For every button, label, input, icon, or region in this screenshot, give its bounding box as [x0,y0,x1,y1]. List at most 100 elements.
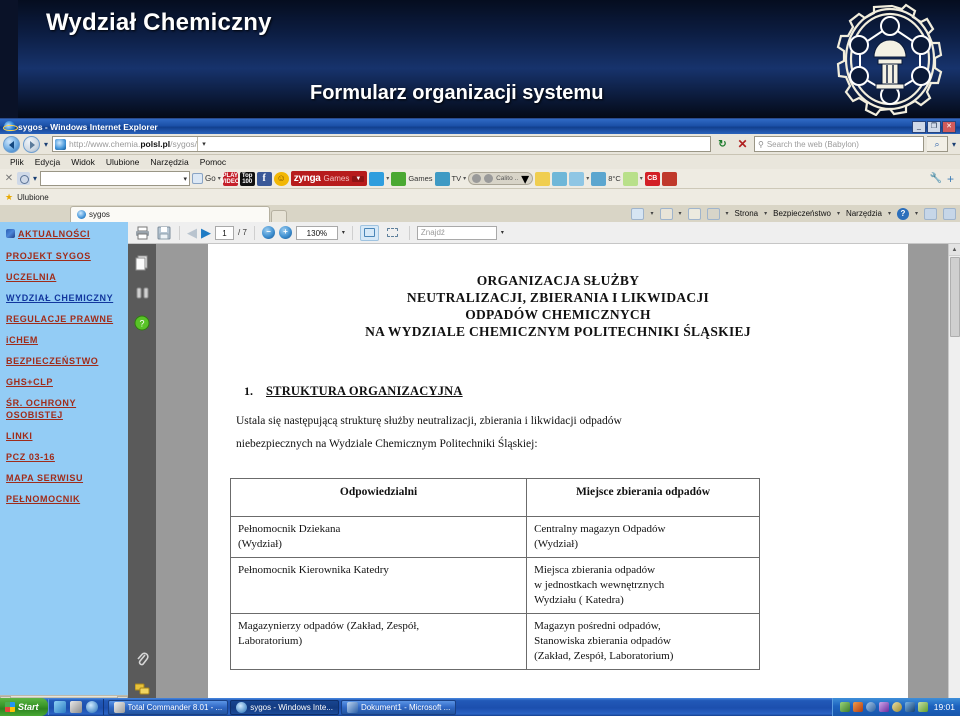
tv-caret-icon[interactable]: ▾ [463,175,466,182]
refresh-icon[interactable]: ↻ [714,136,731,153]
zoom-out-button[interactable]: − [261,226,275,239]
help-panel-icon[interactable]: ? [134,314,151,331]
comments-panel-icon[interactable] [134,681,151,698]
start-button[interactable]: Start [0,698,48,716]
save-icon[interactable] [155,224,172,241]
cb-icon[interactable]: CB [644,171,660,186]
bookmark-caret-icon[interactable]: ▾ [386,175,389,182]
command-item-bezpieczenstwo[interactable]: Bezpieczeństwo [773,209,831,218]
sidebar-item-ichem[interactable]: iCHEM [6,334,128,346]
help-icon[interactable]: ? [896,207,909,220]
pdf-canvas[interactable]: ORGANIZACJA SŁUŻBY NEUTRALIZACJI, ZBIERA… [156,244,960,706]
address-input[interactable]: http://www.chemia.polsl.pl/sygos/ ▾ [52,136,711,152]
search-provider-caret-icon[interactable]: ▾ [951,140,957,149]
taskbar-item-total-commander[interactable]: Total Commander 8.01 - ... [107,699,229,715]
history-dropdown-caret-icon[interactable]: ▾ [43,140,49,149]
home-caret-icon[interactable]: ▾ [650,210,653,217]
bookmarks-panel-icon[interactable] [134,284,151,301]
address-dropdown-caret-icon[interactable]: ▾ [197,137,210,151]
mail-icon[interactable] [687,207,701,220]
back-arrow-icon[interactable] [3,135,20,153]
menu-item-edycja[interactable]: Edycja [35,157,61,167]
play-video-icon[interactable]: PLAY VIDEO [221,171,240,186]
pdf-vertical-scrollbar[interactable]: ▲ [948,244,960,706]
search-input[interactable]: ⚲ Search the web (Babylon) [753,136,924,152]
home-icon[interactable] [631,207,645,220]
pages-panel-icon[interactable] [134,254,151,271]
sidebar-item-uczelnia[interactable]: UCZELNIA [6,271,128,283]
new-tab-button[interactable] [271,210,287,222]
help-caret-icon[interactable]: ▾ [915,210,918,217]
antivirus-icon[interactable] [852,702,863,712]
strona-caret-icon[interactable]: ▾ [764,210,767,217]
tv-icon[interactable] [434,171,450,186]
sidebar-item-regulacje-prawne[interactable]: REGULACJE PRAWNE [6,313,128,325]
media-player-control[interactable]: Calito .. ▾ [468,171,534,188]
command-item-narzedzia[interactable]: Narzędzia [846,209,882,218]
menu-item-plik[interactable]: Plik [10,157,24,167]
leaf-icon[interactable] [622,171,638,186]
bluetooth-icon[interactable] [865,702,876,712]
toolbar-search-caret-icon[interactable]: ▾ [184,175,190,183]
zoom-in-button[interactable]: + [278,226,292,239]
feed-caret-icon[interactable]: ▾ [679,210,682,217]
restore-button[interactable]: ❐ [927,120,941,133]
narzedzia-caret-icon[interactable]: ▾ [888,210,891,217]
tv-label[interactable]: TV [452,174,462,183]
internet-explorer-icon[interactable] [85,701,98,713]
stop-icon[interactable]: ✕ [734,136,751,153]
weather-home-icon[interactable] [552,171,568,186]
search-go-button[interactable]: ⌕ [926,136,948,152]
attachments-panel-icon[interactable] [134,651,151,668]
show-desktop-icon[interactable] [53,701,66,713]
command-item-strona[interactable]: Strona [735,209,759,218]
weather-alert-icon[interactable] [569,171,585,186]
zynga-dropdown-caret-icon[interactable]: ▼ [352,175,365,182]
facebook-icon[interactable]: f [256,171,272,186]
sidebar-item-mapa-serwisu[interactable]: MAPA SERWISU [6,472,128,484]
fit-page-icon[interactable] [383,225,402,241]
add-toolbar-icon[interactable]: + [947,172,954,186]
leaf-caret-icon[interactable]: ▾ [640,175,643,182]
menu-item-widok[interactable]: Widok [71,157,95,167]
next-page-button[interactable]: ▶ [201,226,211,239]
display-icon[interactable] [904,702,915,712]
sidebar-item-wydzial-chemiczny[interactable]: WYDZIAŁ CHEMICZNY [6,292,128,304]
weather-caret-icon[interactable]: ▾ [586,175,589,182]
menu-item-pomoc[interactable]: Pomoc [200,157,226,167]
find-input[interactable]: Znajdź [416,225,497,240]
update-icon[interactable] [891,702,902,712]
msn-icon[interactable] [924,207,937,220]
zynga-games-button[interactable]: zynga Games ▼ [290,171,368,186]
rss-feed-icon[interactable] [659,207,673,220]
games-icon[interactable] [391,171,407,186]
babylon-logo-icon[interactable] [17,172,30,185]
star-icon[interactable]: ★ [5,192,13,203]
games-label[interactable]: Games [408,174,432,183]
taskbar-item-sygos[interactable]: sygos - Windows Inte... [230,699,339,715]
fit-width-icon[interactable] [359,224,379,241]
taskbar-clock[interactable]: 19:01 [934,702,955,712]
close-button[interactable]: ✕ [942,120,956,133]
sidebar-item-projekt-sygos[interactable]: PROJEKT SYGOS [6,250,128,262]
toolbar-close-icon[interactable]: ✕ [3,173,15,184]
print-caret-icon[interactable]: ▾ [726,210,729,217]
bookmark-add-icon[interactable] [369,171,385,186]
bezpieczenstwo-caret-icon[interactable]: ▾ [837,210,840,217]
menu-item-narzedzia[interactable]: Narzędzia [150,157,188,167]
toolbar-go-button[interactable]: Go [192,173,216,184]
scroll-thumb[interactable] [950,257,960,337]
window-titlebar[interactable]: sygos - Windows Internet Explorer _ ❐ ✕ [0,119,960,134]
save-icon[interactable] [69,701,82,713]
share-arrow-icon[interactable] [661,171,677,186]
printer-icon[interactable] [706,207,720,220]
babylon-caret-icon[interactable]: ▾ [32,174,38,183]
volume-icon[interactable] [878,702,889,712]
previous-page-button[interactable]: ◀ [187,226,197,239]
network-icon[interactable] [839,702,850,712]
taskbar-item-dokument1[interactable]: Dokument1 - Microsoft ... [340,699,457,715]
sidebar-item-pcz-03-16[interactable]: PCZ 03-16 [6,451,128,463]
find-caret-icon[interactable]: ▾ [501,229,504,236]
blue-square-icon[interactable] [943,207,956,220]
weather-rain-icon[interactable] [591,171,607,186]
